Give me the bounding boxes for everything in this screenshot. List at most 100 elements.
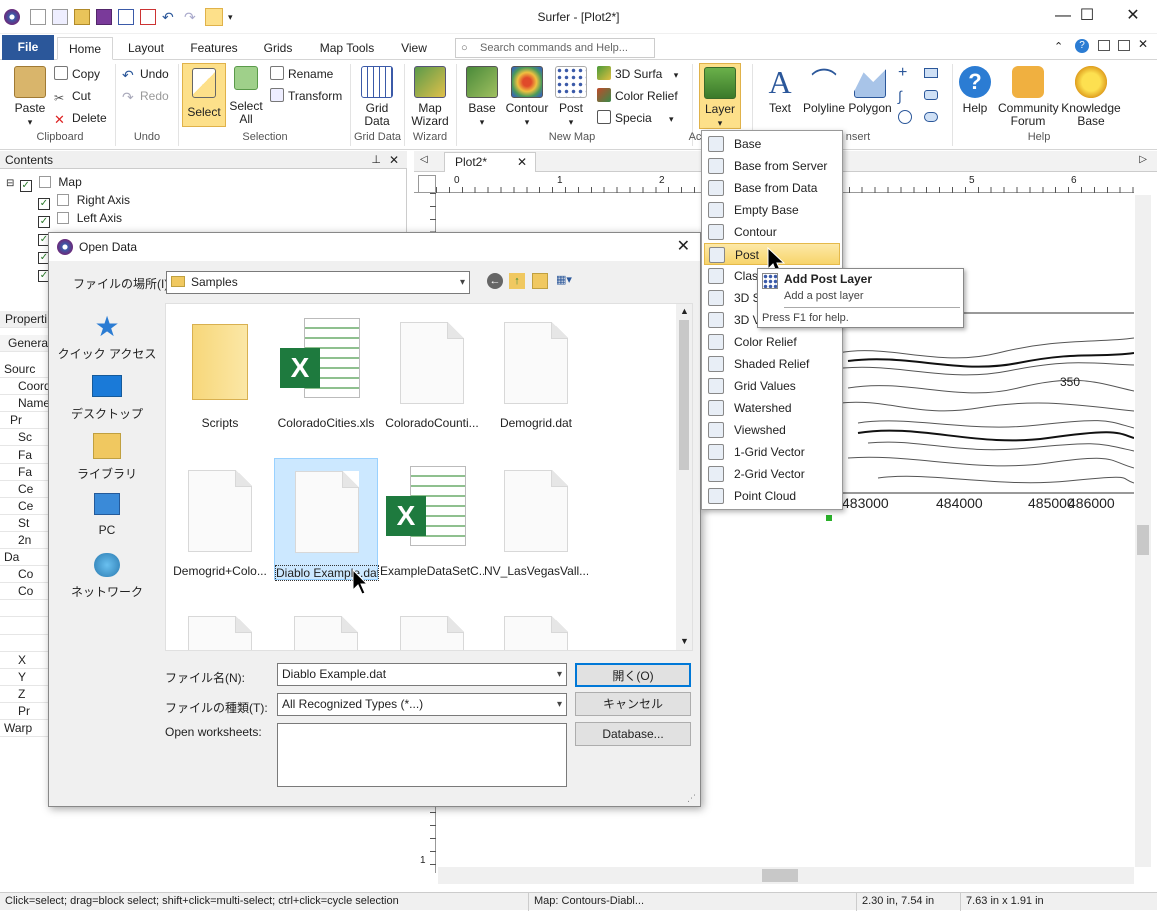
layer-menu-item-grid-values[interactable]: Grid Values <box>704 375 840 397</box>
file-list-scrollbar[interactable]: ▲ ▼ <box>676 304 692 650</box>
property-row[interactable]: Ce <box>0 498 50 515</box>
property-row[interactable]: Co <box>0 583 50 601</box>
new-folder-icon[interactable] <box>532 273 548 289</box>
tree-item-right-axis[interactable]: ✓ Right Axis <box>38 191 130 210</box>
property-row[interactable]: Co <box>0 566 50 584</box>
selection-handle[interactable] <box>826 515 832 521</box>
tab-view[interactable]: View <box>394 37 434 60</box>
tree-item-map[interactable]: ⊟ ✓ Map <box>6 173 82 192</box>
select-all-button[interactable]: Select All <box>228 66 264 126</box>
property-row[interactable]: Da <box>0 549 50 567</box>
layer-menu-item-point-cloud[interactable]: Point Cloud <box>704 485 840 507</box>
tab-scroll-left-icon[interactable]: ◁ <box>420 154 428 165</box>
property-row[interactable]: Sc <box>0 429 50 447</box>
file-item-scripts[interactable]: Scripts <box>168 310 272 434</box>
nav-pc[interactable]: PC <box>55 493 159 537</box>
color-relief-button[interactable]: Color Relief <box>597 87 678 105</box>
property-row[interactable]: Fa <box>0 464 50 481</box>
nav-desktop[interactable]: デスクトップ <box>55 375 159 422</box>
property-row[interactable] <box>0 618 50 635</box>
grid-data-button[interactable]: Grid Data <box>357 66 397 128</box>
file-item-diablo-example[interactable]: Diablo Example.dat <box>274 458 379 581</box>
scroll-thumb[interactable] <box>1137 525 1149 555</box>
property-row[interactable]: St <box>0 515 50 532</box>
dialog-close-icon[interactable]: ✕ <box>677 233 690 261</box>
restore-doc-icon[interactable] <box>1098 40 1110 51</box>
scroll-up-icon[interactable]: ▲ <box>680 306 689 316</box>
copy-button[interactable]: Copy <box>54 65 100 83</box>
transform-button[interactable]: Transform <box>270 87 342 105</box>
undo-button[interactable]: ↶ Undo <box>122 65 169 83</box>
properties-tab-general[interactable]: Genera <box>0 335 50 352</box>
knowledge-base-button[interactable]: Knowledge Base <box>1060 66 1122 128</box>
open-button[interactable]: 開く(O) <box>575 663 691 687</box>
file-item-partial[interactable] <box>168 604 272 650</box>
help-icon[interactable]: ? <box>1075 39 1089 53</box>
property-row[interactable]: 2n <box>0 532 50 549</box>
rounded-rectangle-icon[interactable] <box>924 90 938 100</box>
property-row[interactable]: Pr <box>0 703 50 720</box>
chevron-down-icon[interactable]: ▾ <box>557 694 562 715</box>
text-button[interactable]: A Text <box>760 66 800 115</box>
worksheets-list[interactable] <box>277 723 567 787</box>
layer-menu-item-viewshed[interactable]: Viewshed <box>704 419 840 441</box>
layer-button[interactable]: Layer ▾ <box>699 63 741 129</box>
scroll-down-icon[interactable]: ▼ <box>680 636 689 646</box>
select-button[interactable]: Select <box>182 63 226 127</box>
file-item-nv-lasvegas[interactable]: NV_LasVegasVall... <box>484 458 588 582</box>
community-forum-button[interactable]: Community Forum <box>998 66 1059 128</box>
property-row[interactable]: Coord <box>0 378 50 396</box>
property-row[interactable]: Fa <box>0 447 50 464</box>
scroll-thumb[interactable] <box>679 320 689 470</box>
property-row[interactable]: Sourc <box>0 361 50 378</box>
file-item-exampledataset[interactable]: X ExampleDataSetC... <box>380 458 484 582</box>
tab-map-tools[interactable]: Map Tools <box>312 37 382 60</box>
property-row[interactable]: Ce <box>0 481 50 498</box>
property-row[interactable]: Y <box>0 669 50 686</box>
property-row[interactable]: Pr <box>0 412 50 430</box>
ribbon-collapse-icon[interactable]: ⌃ <box>1054 40 1063 53</box>
file-item-partial[interactable] <box>274 604 378 650</box>
3d-surface-button[interactable]: 3D Surfa ▾ <box>597 65 678 83</box>
tab-features[interactable]: Features <box>184 37 244 60</box>
property-row[interactable] <box>0 635 50 652</box>
tab-scroll-right-icon[interactable]: ▷ <box>1139 154 1147 165</box>
redo-button[interactable]: ↷ Redo <box>122 87 169 105</box>
database-button[interactable]: Database... <box>575 722 691 746</box>
file-item-partial[interactable] <box>380 604 484 650</box>
contour-map-button[interactable]: Contour ▾ <box>504 66 550 129</box>
collapse-icon[interactable]: ⊟ <box>6 178 14 189</box>
view-menu-icon[interactable]: ▦▾ <box>556 273 578 289</box>
visibility-checkbox[interactable]: ✓ <box>19 180 32 192</box>
rename-button[interactable]: Rename <box>270 65 333 83</box>
vertical-scrollbar[interactable] <box>1135 195 1151 867</box>
tree-item-left-axis[interactable]: ✓ Left Axis <box>38 209 122 228</box>
tile-doc-icon[interactable] <box>1118 40 1130 51</box>
up-folder-icon[interactable]: ↑ <box>509 273 525 289</box>
location-combo[interactable]: Samples ▾ <box>166 271 470 294</box>
spline-icon[interactable]: ∫ <box>898 88 902 104</box>
circle-icon[interactable] <box>898 110 912 124</box>
polygon-button[interactable]: Polygon <box>847 66 893 115</box>
layer-menu-item-shaded-relief[interactable]: Shaded Relief <box>704 353 840 375</box>
ellipse-icon[interactable] <box>924 112 938 122</box>
file-item-demogrid-colo[interactable]: Demogrid+Colo... <box>168 458 272 582</box>
chevron-down-icon[interactable]: ▾ <box>557 664 562 685</box>
panel-close-icon[interactable]: ✕ <box>389 151 399 169</box>
rectangle-icon[interactable] <box>924 68 938 78</box>
filetype-select[interactable]: All Recognized Types (*...) ▾ <box>277 693 567 716</box>
close-doc-icon[interactable]: ✕ <box>1138 37 1148 51</box>
doc-tab-plot2[interactable]: Plot2* ✕ <box>444 152 536 172</box>
tab-home[interactable]: Home <box>57 37 113 60</box>
maximize-button[interactable]: ☐ <box>1064 0 1110 32</box>
search-input[interactable]: ○ Search commands and Help... <box>455 38 655 58</box>
file-item-coloradocounties[interactable]: ColoradoCounti... <box>380 310 484 434</box>
close-button[interactable]: ✕ <box>1110 0 1156 32</box>
property-row[interactable]: Name <box>0 395 50 413</box>
tab-file[interactable]: File <box>2 35 54 60</box>
tab-layout[interactable]: Layout <box>120 37 172 60</box>
property-row[interactable]: X <box>0 652 50 669</box>
layer-menu-item-watershed[interactable]: Watershed <box>704 397 840 419</box>
file-item-coloradocities[interactable]: X ColoradoCities.xls <box>274 310 378 434</box>
delete-button[interactable]: ✕ Delete <box>54 109 107 127</box>
